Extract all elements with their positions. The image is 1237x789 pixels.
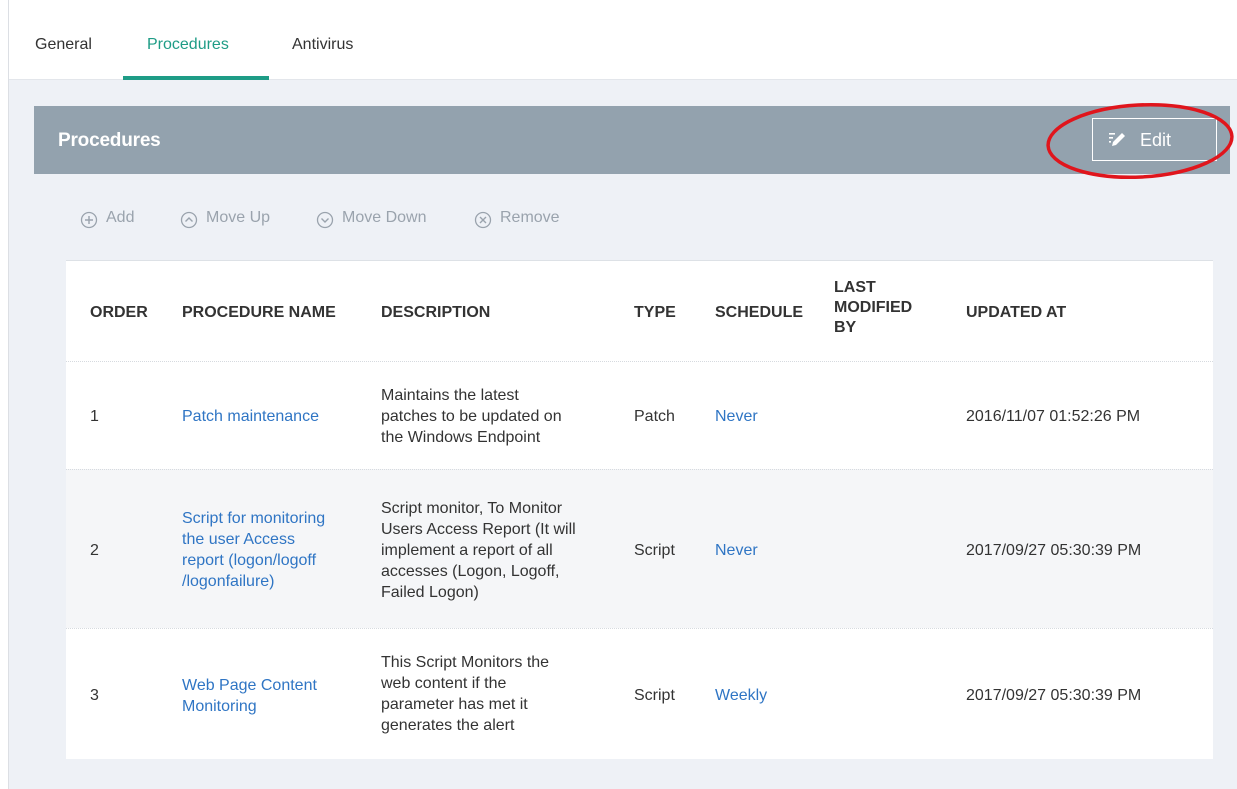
procedure-name-link[interactable]: Patch maintenance [182, 406, 319, 427]
pencil-lines-icon [1109, 133, 1125, 146]
desc-line: This Script Monitors the [381, 654, 550, 671]
desc-line: accesses (Logon, Logoff, [381, 563, 560, 580]
column-header-last-modified-by[interactable]: LAST MODIFIED BY [834, 278, 912, 338]
order-cell: 3 [90, 687, 99, 704]
move-up-label: Move Up [206, 209, 271, 226]
edit-button-label: Edit [1140, 130, 1172, 150]
type-cell: Patch [634, 408, 675, 425]
tab-bar: General Procedures Antivirus [9, 0, 1237, 80]
header-line: BY [834, 319, 857, 336]
desc-line: parameter has met it [381, 696, 528, 713]
procedures-table: ORDER PROCEDURE NAME DESCRIPTION TYPE SC… [66, 260, 1213, 759]
schedule-link[interactable]: Never [715, 540, 758, 561]
type-cell: Script [634, 542, 675, 559]
table-row[interactable]: 1 Patch maintenance Maintains the latest… [66, 361, 1213, 469]
name-line: Script for monitoring [182, 510, 326, 527]
column-header-updated-at[interactable]: UPDATED AT [966, 303, 1066, 323]
desc-line: the Windows Endpoint [381, 429, 541, 446]
desc-line: Maintains the latest [381, 387, 519, 404]
tab-procedures[interactable]: Procedures [147, 36, 229, 54]
column-header-description[interactable]: DESCRIPTION [381, 303, 490, 323]
column-header-type[interactable]: TYPE [634, 303, 676, 323]
updated-at-cell: 2017/09/27 05:30:39 PM [966, 687, 1142, 704]
desc-line: Script monitor, To Monitor [381, 500, 563, 517]
type-cell: Script [634, 687, 675, 704]
name-line: /logonfailure) [182, 573, 275, 590]
order-cell: 1 [90, 408, 99, 425]
updated-at-cell: 2017/09/27 05:30:39 PM [966, 542, 1142, 559]
schedule-link[interactable]: Weekly [715, 685, 767, 706]
header-line: LAST [834, 279, 876, 296]
panel-title: Procedures [58, 130, 161, 151]
add-label: Add [106, 209, 135, 226]
x-circle-icon [474, 211, 492, 229]
tab-antivirus[interactable]: Antivirus [292, 36, 353, 54]
procedures-panel-header: Procedures Edit [34, 106, 1230, 174]
desc-line: generates the alert [381, 717, 515, 734]
column-header-order[interactable]: ORDER [90, 303, 148, 323]
edit-button[interactable]: Edit [1092, 118, 1217, 161]
desc-line: Failed Logon) [381, 584, 479, 601]
plus-circle-icon [80, 211, 98, 229]
chevron-down-circle-icon [316, 211, 334, 229]
move-down-label: Move Down [342, 209, 427, 226]
order-cell: 2 [90, 542, 99, 559]
remove-label: Remove [500, 209, 560, 226]
name-line: report (logon/logoff [182, 552, 317, 569]
name-line: the user Access [182, 531, 295, 548]
description-cell: Maintains the latest patches to be updat… [381, 385, 562, 448]
page-frame: General Procedures Antivirus Procedures … [8, 0, 1237, 789]
column-header-schedule[interactable]: SCHEDULE [715, 303, 803, 323]
description-cell: Script monitor, To Monitor Users Access … [381, 498, 576, 603]
desc-line: web content if the [381, 675, 507, 692]
updated-at-cell: 2016/11/07 01:52:26 PM [966, 408, 1141, 425]
name-line: Patch maintenance [182, 408, 319, 425]
description-cell: This Script Monitors the web content if … [381, 652, 549, 736]
chevron-up-circle-icon [180, 211, 198, 229]
procedure-name-link[interactable]: Web Page Content Monitoring [182, 675, 317, 717]
active-tab-indicator [123, 76, 269, 80]
desc-line: patches to be updated on [381, 408, 562, 425]
procedure-name-link[interactable]: Script for monitoring the user Access re… [182, 508, 325, 592]
tab-general[interactable]: General [35, 36, 92, 54]
table-row[interactable]: 2 Script for monitoring the user Access … [66, 469, 1213, 628]
name-line: Web Page Content [182, 677, 317, 694]
column-header-procedure-name[interactable]: PROCEDURE NAME [182, 303, 336, 323]
desc-line: Users Access Report (It will [381, 521, 576, 538]
desc-line: implement a report of all [381, 542, 553, 559]
table-row[interactable]: 3 Web Page Content Monitoring This Scrip… [66, 628, 1213, 760]
header-line: MODIFIED [834, 299, 913, 316]
name-line: Monitoring [182, 698, 257, 715]
schedule-link[interactable]: Never [715, 406, 758, 427]
